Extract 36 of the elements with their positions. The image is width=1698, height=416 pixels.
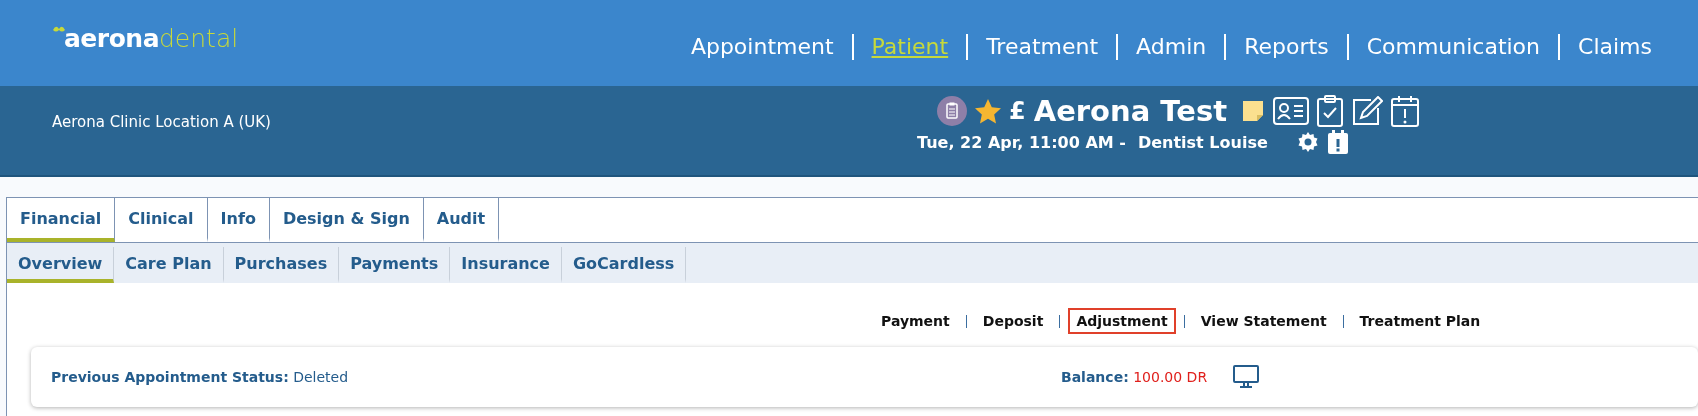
nav-link[interactable]: Claims	[1558, 34, 1670, 60]
nav-link[interactable]: Reports	[1224, 34, 1347, 60]
monitor-icon[interactable]	[1233, 365, 1260, 389]
edit-icon[interactable]	[1351, 96, 1384, 126]
subtab[interactable]: Payments	[339, 247, 451, 283]
dentist-name: Dentist Louise	[1137, 132, 1268, 152]
nav-link[interactable]: Treatment	[966, 34, 1117, 60]
id-card-icon[interactable]	[1273, 97, 1310, 125]
action-link[interactable]: Adjustment	[1068, 308, 1176, 334]
currency-symbol: £	[1009, 97, 1026, 125]
subtab[interactable]: Overview	[7, 247, 115, 283]
nav-link[interactable]: Communication	[1346, 34, 1559, 60]
action-link[interactable]: Deposit	[974, 308, 1052, 334]
action-link[interactable]: View Statement	[1192, 308, 1335, 334]
calendar-alert-icon[interactable]	[1327, 130, 1348, 154]
subtab[interactable]: Insurance	[450, 247, 562, 283]
logo: aeronadental	[64, 23, 239, 53]
subtab[interactable]: Care Plan	[114, 247, 224, 283]
subtab[interactable]: Purchases	[223, 247, 340, 283]
nav-link[interactable]: Appointment	[672, 34, 852, 60]
action-link[interactable]: Payment	[873, 308, 958, 334]
patient-name: Aerona Test	[1033, 94, 1228, 128]
checklist-icon[interactable]	[1317, 95, 1344, 127]
tab[interactable]: Financial	[7, 198, 116, 242]
settings-icon[interactable]	[1295, 130, 1320, 154]
clipboard-icon[interactable]	[937, 96, 967, 126]
nav-link[interactable]: Admin	[1116, 34, 1225, 60]
clinic-location: Aerona Clinic Location A (UK)	[52, 113, 271, 131]
calendar-alert-icon[interactable]	[1391, 95, 1420, 127]
subtab[interactable]: GoCardless	[561, 247, 687, 283]
sticky-note-icon[interactable]	[1241, 99, 1266, 123]
action-link[interactable]: Treatment Plan	[1351, 308, 1489, 334]
appointment-time: Tue, 22 Apr, 11:00 AM -	[917, 132, 1126, 152]
appointment-status: Previous Appointment Status: Deleted	[51, 369, 349, 385]
star-icon[interactable]	[975, 98, 1001, 124]
balance: Balance: 100.00 DR	[1061, 369, 1208, 385]
